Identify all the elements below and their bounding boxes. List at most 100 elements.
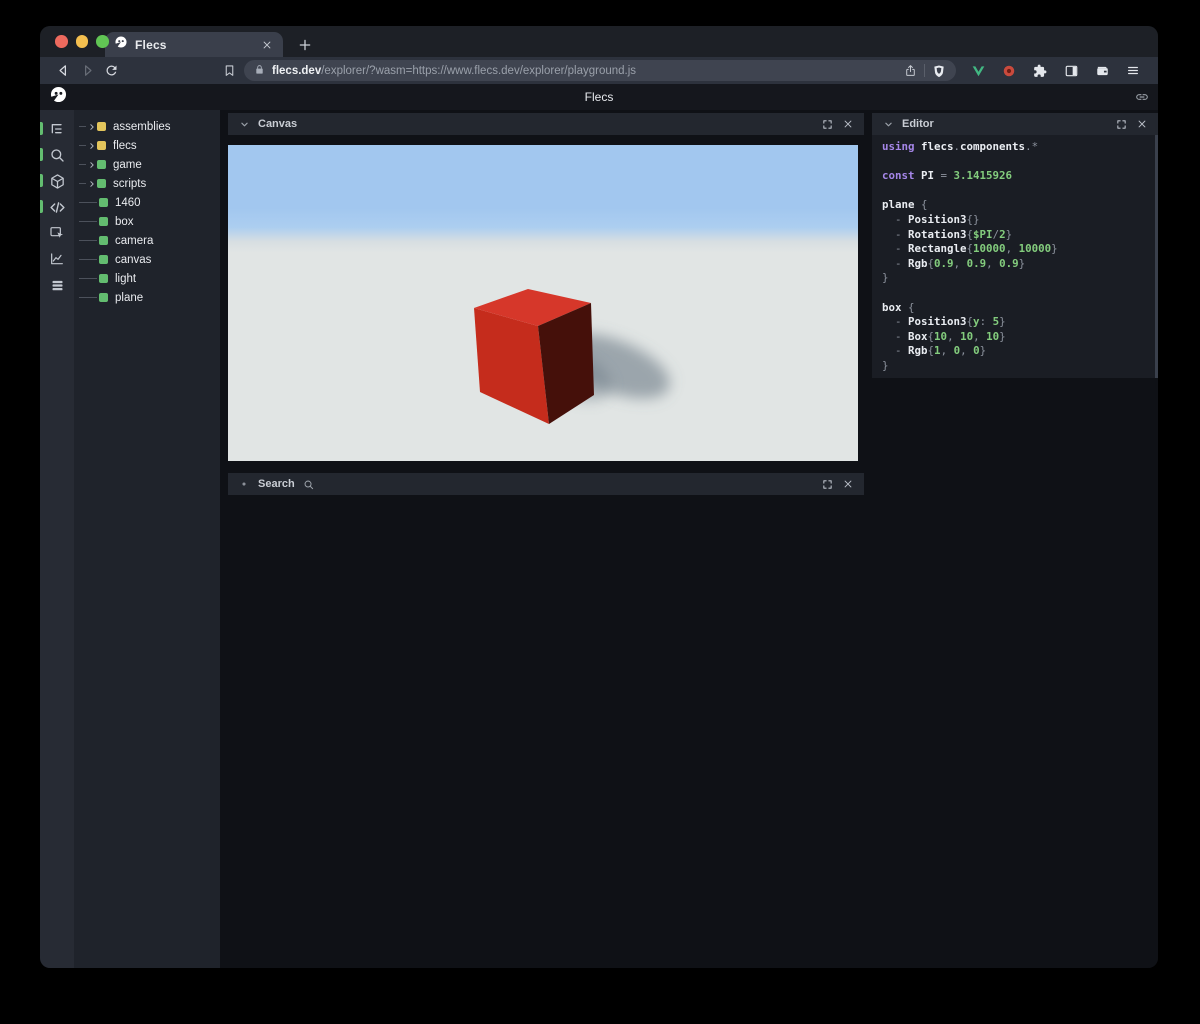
tree-connector [79, 202, 97, 203]
tab-bar: Flecs [40, 26, 1158, 57]
rail-item-rows[interactable] [40, 272, 74, 298]
tree-connector [79, 164, 86, 165]
address-bar[interactable]: flecs.dev/explorer/?wasm=https://www.fle… [244, 60, 956, 81]
tree-item-light[interactable]: light [74, 269, 220, 288]
tree-item-label: 1460 [115, 197, 141, 209]
maximize-window-button[interactable] [96, 35, 109, 48]
active-indicator [40, 174, 43, 187]
active-indicator [40, 148, 43, 161]
canvas-3d-scene[interactable] [228, 145, 858, 461]
reload-button[interactable] [99, 59, 123, 83]
app-header: Flecs [40, 84, 1158, 110]
browser-tab-flecs[interactable]: Flecs [105, 32, 283, 57]
icon-rail [40, 110, 74, 968]
tree-item-1460[interactable]: 1460 [74, 193, 220, 212]
search-close-button[interactable] [841, 477, 855, 491]
menu-icon[interactable] [1123, 61, 1143, 81]
tab-close-button[interactable] [260, 38, 274, 52]
close-window-button[interactable] [55, 35, 68, 48]
tree-icon [49, 121, 65, 137]
search-panel-header: Search [228, 473, 864, 495]
search-icon [49, 147, 65, 163]
code-line: - Rotation3{$PI/2} [882, 228, 1158, 243]
rail-item-search[interactable] [40, 142, 74, 168]
search-icon [302, 477, 316, 491]
lock-icon [254, 62, 265, 80]
search-collapse-toggle[interactable] [237, 477, 251, 491]
cube-3d [228, 145, 858, 461]
active-indicator [40, 200, 43, 213]
tree-item-game[interactable]: game [74, 155, 220, 174]
chevron-right-icon[interactable] [86, 161, 97, 169]
chevron-right-icon[interactable] [86, 142, 97, 150]
canvas-collapse-toggle[interactable] [237, 117, 251, 131]
tree-item-canvas[interactable]: canvas [74, 250, 220, 269]
main-area: Canvas Search [220, 110, 1158, 968]
code-line: } [882, 271, 1158, 286]
tree-item-box[interactable]: box [74, 212, 220, 231]
entity-color-dot [99, 217, 108, 226]
tree-item-flecs[interactable]: flecs [74, 136, 220, 155]
forward-button[interactable] [75, 59, 99, 83]
tab-title: Flecs [135, 38, 253, 52]
editor-fullscreen-button[interactable] [1114, 117, 1128, 131]
tree-connector [79, 240, 97, 241]
entity-color-dot [99, 255, 108, 264]
new-tab-button[interactable] [298, 38, 312, 52]
share-button[interactable] [903, 64, 917, 78]
url-text: flecs.dev/explorer/?wasm=https://www.fle… [272, 65, 896, 77]
tree-connector [79, 145, 86, 146]
tree-item-label: assemblies [113, 121, 171, 133]
active-indicator [40, 122, 43, 135]
code-line [882, 184, 1158, 199]
sidebar-panel-icon[interactable] [1061, 61, 1081, 81]
canvas-panel-title: Canvas [258, 118, 297, 130]
vue-devtools-icon[interactable] [968, 61, 988, 81]
canvas-panel-header: Canvas [228, 113, 864, 135]
entity-color-dot [99, 274, 108, 283]
code-line: - Box{10, 10, 10} [882, 330, 1158, 345]
search-fullscreen-button[interactable] [820, 477, 834, 491]
canvas-fullscreen-button[interactable] [820, 117, 834, 131]
rail-item-tree[interactable] [40, 116, 74, 142]
rail-item-entities[interactable] [40, 168, 74, 194]
tree-connector [79, 221, 97, 222]
code-line: - Rgb{1, 0, 0} [882, 344, 1158, 359]
share-link-icon[interactable] [1135, 90, 1149, 109]
brave-shield-button[interactable] [932, 64, 946, 78]
code-line: - Rectangle{10000, 10000} [882, 242, 1158, 257]
entity-color-dot [99, 293, 108, 302]
editor-close-button[interactable] [1135, 117, 1149, 131]
tree-item-assemblies[interactable]: assemblies [74, 117, 220, 136]
editor-collapse-toggle[interactable] [881, 117, 895, 131]
canvas-close-button[interactable] [841, 117, 855, 131]
code-icon [49, 199, 66, 216]
tree-item-scripts[interactable]: scripts [74, 174, 220, 193]
back-button[interactable] [51, 59, 75, 83]
browser-toolbar: flecs.dev/explorer/?wasm=https://www.fle… [40, 57, 1158, 84]
entity-color-dot [97, 141, 106, 150]
entity-color-dot [99, 198, 108, 207]
adblock-icon[interactable] [999, 61, 1019, 81]
editor-scrollbar[interactable] [1155, 135, 1158, 378]
editor-code[interactable]: using flecs.components.* const PI = 3.14… [872, 135, 1158, 378]
rail-item-stats[interactable] [40, 246, 74, 272]
rail-item-code[interactable] [40, 194, 74, 220]
code-line: - Position3{} [882, 213, 1158, 228]
tree-item-plane[interactable]: plane [74, 288, 220, 307]
bookmark-icon[interactable] [223, 64, 236, 77]
wallet-icon[interactable] [1092, 61, 1112, 81]
chevron-right-icon[interactable] [86, 123, 97, 131]
tree-item-label: game [113, 159, 142, 171]
code-line [882, 286, 1158, 301]
code-line: plane { [882, 198, 1158, 213]
minimize-window-button[interactable] [76, 35, 89, 48]
browser-window: Flecs flecs.dev/explorer/?wasm=https://w… [40, 26, 1158, 968]
tree-item-camera[interactable]: camera [74, 231, 220, 250]
extensions-icon[interactable] [1030, 61, 1050, 81]
rail-item-inspect[interactable] [40, 220, 74, 246]
chevron-right-icon[interactable] [86, 180, 97, 188]
page-title: Flecs [40, 90, 1158, 104]
flecs-favicon [114, 35, 128, 54]
search-panel-title: Search [258, 478, 295, 490]
